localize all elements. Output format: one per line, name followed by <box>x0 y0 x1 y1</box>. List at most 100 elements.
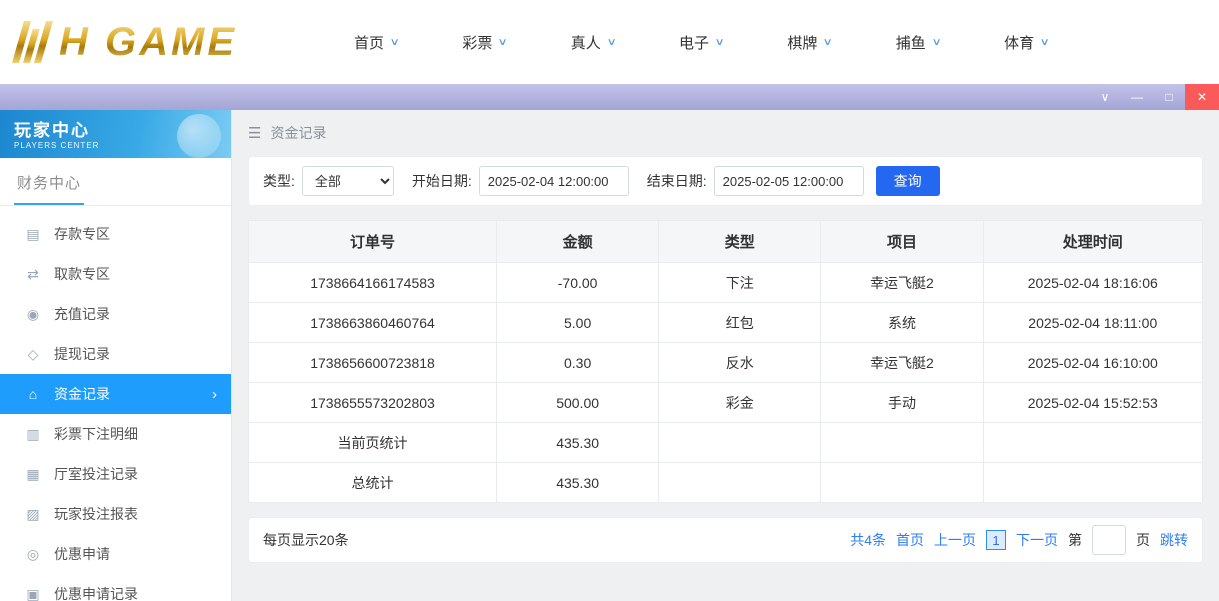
window-close-icon[interactable]: ✕ <box>1185 84 1219 110</box>
sidebar-item-lottery-bet-details[interactable]: ▥ 彩票下注明细 <box>0 414 231 454</box>
jump-page-input[interactable] <box>1092 525 1126 555</box>
chevron-down-icon: ∨ <box>715 37 725 48</box>
page-title: 资金记录 <box>270 123 326 143</box>
sidebar-section-label: 财务中心 <box>14 172 84 205</box>
jump-button[interactable]: 跳转 <box>1160 530 1188 550</box>
breadcrumb: ☰ 资金记录 <box>248 110 1203 156</box>
sidebar-item-deposit-zone[interactable]: ▤ 存款专区 <box>0 214 231 254</box>
top-header: H GAME 首页 ∨ 彩票 ∨ 真人 ∨ 电子 ∨ 棋牌 ∨ 捕鱼 ∨ 体育 … <box>0 0 1219 84</box>
pagination-bar: 每页显示20条 共4条 首页 上一页 1 下一页 第 页 跳转 <box>248 517 1203 563</box>
cell-empty <box>659 463 821 503</box>
cell-empty <box>821 463 983 503</box>
sidebar-item-label: 资金记录 <box>54 384 110 404</box>
col-amount: 金额 <box>497 221 659 263</box>
lottery-bet-details-icon: ▥ <box>24 426 42 443</box>
start-date-input[interactable] <box>479 166 629 196</box>
sidebar-item-label: 充值记录 <box>54 304 110 324</box>
withdraw-icon: ⇄ <box>24 266 42 283</box>
recharge-record-icon: ◉ <box>24 306 42 323</box>
table-row: 1738655573202803 500.00 彩金 手动 2025-02-04… <box>249 383 1203 423</box>
end-date-label: 结束日期: <box>647 171 707 191</box>
type-select[interactable]: 全部 <box>302 166 394 196</box>
nav-item-lottery[interactable]: 彩票 ∨ <box>462 32 506 53</box>
cell-empty <box>983 463 1202 503</box>
nav-label: 棋牌 <box>787 32 817 53</box>
sidebar-item-label: 厅室投注记录 <box>54 464 138 484</box>
sidebar-menu: ▤ 存款专区 ⇄ 取款专区 ◉ 充值记录 ◇ 提现记录 ⌂ 资金记录 › ▥ <box>0 206 231 601</box>
cell-summary-label: 当前页统计 <box>249 423 497 463</box>
col-processed-time: 处理时间 <box>983 221 1202 263</box>
nav-label: 电子 <box>679 32 709 53</box>
table-summary-row-page: 当前页统计 435.30 <box>249 423 1203 463</box>
table-row: 1738663860460764 5.00 红包 系统 2025-02-04 1… <box>249 303 1203 343</box>
nav-label: 真人 <box>571 32 601 53</box>
sidebar-item-hall-bet-record[interactable]: ▦ 厅室投注记录 <box>0 454 231 494</box>
hamburger-icon: ☰ <box>248 124 261 142</box>
cell-amount: -70.00 <box>497 263 659 303</box>
player-bet-report-icon: ▨ <box>24 506 42 523</box>
query-button[interactable]: 查询 <box>876 166 940 196</box>
nav-item-fishing[interactable]: 捕鱼 ∨ <box>896 32 940 53</box>
sidebar-item-label: 存款专区 <box>54 224 110 244</box>
end-date-input[interactable] <box>714 166 864 196</box>
nav-item-sports[interactable]: 体育 ∨ <box>1004 32 1048 53</box>
cell-order-id: 1738656600723818 <box>249 343 497 383</box>
cell-type: 反水 <box>659 343 821 383</box>
sidebar-section-finance: 财务中心 <box>0 158 231 206</box>
sidebar-item-withdrawal-record[interactable]: ◇ 提现记录 <box>0 334 231 374</box>
nav-item-live[interactable]: 真人 ∨ <box>571 32 615 53</box>
nav-item-home[interactable]: 首页 ∨ <box>354 32 398 53</box>
main-nav: 首页 ∨ 彩票 ∨ 真人 ∨ 电子 ∨ 棋牌 ∨ 捕鱼 ∨ 体育 ∨ <box>354 32 1048 53</box>
type-label: 类型: <box>263 171 295 191</box>
chevron-down-icon: ∨ <box>1040 37 1050 48</box>
table-row: 1738656600723818 0.30 反水 幸运飞艇2 2025-02-0… <box>249 343 1203 383</box>
sidebar-item-promo-application-record[interactable]: ▣ 优惠申请记录 <box>0 574 231 601</box>
sidebar-item-recharge-record[interactable]: ◉ 充值记录 <box>0 294 231 334</box>
window-controls: ∨ — □ ✕ <box>1089 84 1219 110</box>
cell-type: 下注 <box>659 263 821 303</box>
sidebar-item-label: 玩家投注报表 <box>54 504 138 524</box>
sidebar-item-label: 提现记录 <box>54 344 110 364</box>
funds-record-icon: ⌂ <box>24 386 42 402</box>
current-page-indicator[interactable]: 1 <box>986 530 1006 550</box>
cell-order-id: 1738655573202803 <box>249 383 497 423</box>
sidebar-item-label: 优惠申请记录 <box>54 584 138 601</box>
sidebar-item-label: 彩票下注明细 <box>54 424 138 444</box>
col-item: 项目 <box>821 221 983 263</box>
cell-empty <box>659 423 821 463</box>
prev-page-link[interactable]: 上一页 <box>934 530 976 550</box>
window-minimize-icon[interactable]: — <box>1121 84 1153 110</box>
jump-prefix-label: 第 <box>1068 530 1082 550</box>
start-date-label: 开始日期: <box>412 171 472 191</box>
cell-amount: 5.00 <box>497 303 659 343</box>
sidebar-item-funds-record[interactable]: ⌂ 资金记录 › <box>0 374 231 414</box>
sidebar-decoration <box>177 114 221 158</box>
sidebar-item-player-bet-report[interactable]: ▨ 玩家投注报表 <box>0 494 231 534</box>
hall-bet-record-icon: ▦ <box>24 466 42 483</box>
brand-logo[interactable]: H GAME <box>18 20 318 65</box>
first-page-link[interactable]: 首页 <box>896 530 924 550</box>
cell-order-id: 1738664166174583 <box>249 263 497 303</box>
deposit-icon: ▤ <box>24 226 42 243</box>
nav-item-chess[interactable]: 棋牌 ∨ <box>787 32 831 53</box>
records-table: 订单号 金额 类型 项目 处理时间 1738664166174583 -70.0… <box>248 220 1203 503</box>
cell-order-id: 1738663860460764 <box>249 303 497 343</box>
chevron-down-icon: ∨ <box>390 37 400 48</box>
window-collapse-icon[interactable]: ∨ <box>1089 84 1121 110</box>
table-header-row: 订单号 金额 类型 项目 处理时间 <box>249 221 1203 263</box>
cell-item: 幸运飞艇2 <box>821 343 983 383</box>
sidebar-item-label: 优惠申请 <box>54 544 110 564</box>
cell-summary-amount: 435.30 <box>497 423 659 463</box>
sidebar-item-promo-application[interactable]: ◎ 优惠申请 <box>0 534 231 574</box>
cell-type: 红包 <box>659 303 821 343</box>
next-page-link[interactable]: 下一页 <box>1016 530 1058 550</box>
cell-item: 手动 <box>821 383 983 423</box>
logo-text: H GAME <box>59 20 237 65</box>
sidebar-item-label: 取款专区 <box>54 264 110 284</box>
sidebar-item-withdrawal-zone[interactable]: ⇄ 取款专区 <box>0 254 231 294</box>
chevron-down-icon: ∨ <box>498 37 508 48</box>
per-page-label: 每页显示20条 <box>263 530 349 550</box>
nav-item-slots[interactable]: 电子 ∨ <box>679 32 723 53</box>
window-maximize-icon[interactable]: □ <box>1153 84 1185 110</box>
withdrawal-record-icon: ◇ <box>24 346 42 363</box>
